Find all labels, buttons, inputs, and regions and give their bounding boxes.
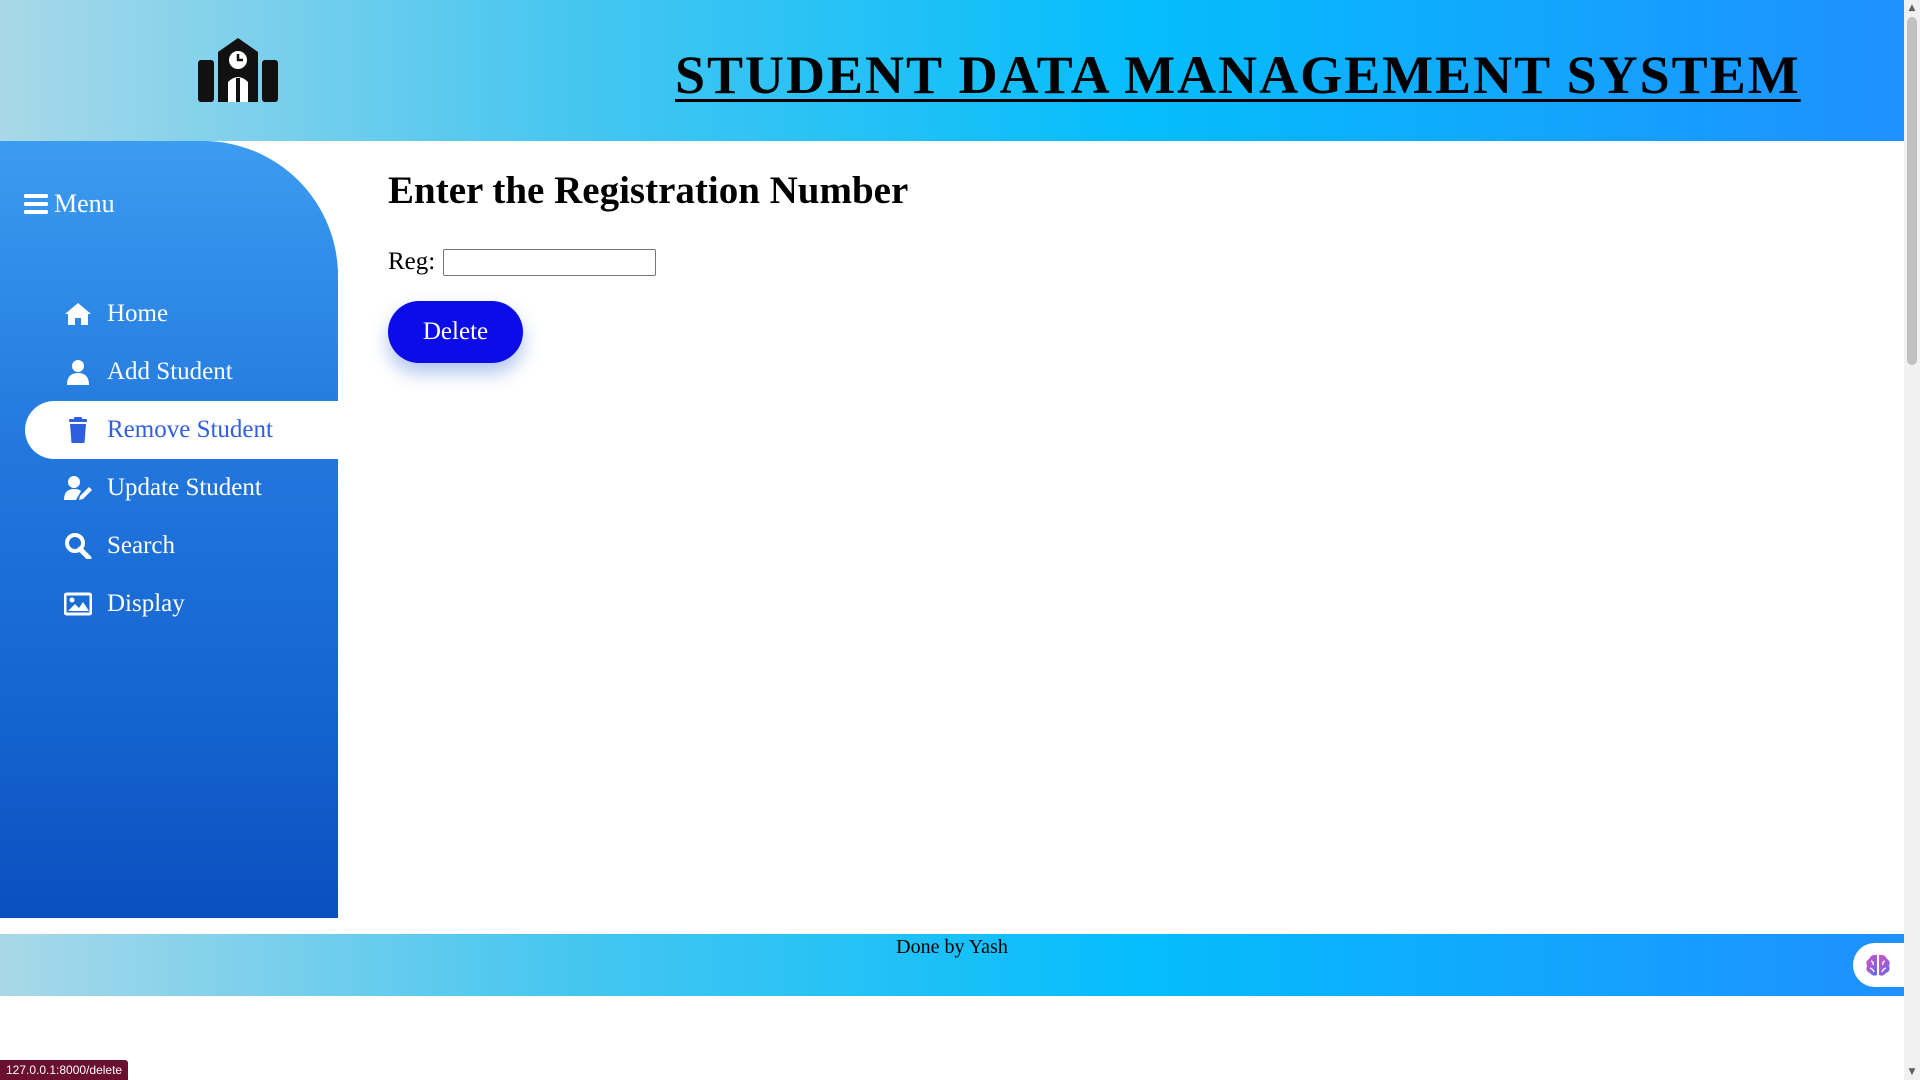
sidebar-item-update-student[interactable]: Update Student	[25, 459, 338, 517]
sidebar-item-add-student[interactable]: Add Student	[25, 343, 338, 401]
form-heading: Enter the Registration Number	[388, 169, 909, 212]
search-icon	[63, 532, 93, 560]
sidebar-item-label: Search	[107, 532, 176, 559]
sidebar-item-remove-student[interactable]: Remove Student	[25, 401, 338, 459]
footer-credit: Done by Yash	[896, 936, 1008, 958]
sidebar-item-label: Add Student	[107, 358, 233, 385]
menu-toggle[interactable]: Menu	[24, 189, 115, 219]
trash-icon	[63, 416, 93, 444]
home-icon	[63, 300, 93, 328]
reg-label: Reg:	[388, 248, 436, 275]
sidebar-item-home[interactable]: Home	[25, 285, 338, 343]
sidebar-item-label: Display	[107, 590, 185, 617]
hamburger-icon	[24, 194, 48, 214]
sidebar-item-label: Remove Student	[107, 416, 273, 443]
image-icon	[63, 590, 93, 618]
sidebar: Menu Home Add Student Remove Student Upd…	[0, 141, 338, 918]
extension-button[interactable]	[1853, 943, 1907, 987]
delete-button[interactable]: Delete	[388, 301, 523, 363]
reg-form-row: Reg:	[388, 248, 657, 276]
sidebar-item-search[interactable]: Search	[25, 517, 338, 575]
scroll-down-arrow-icon[interactable]: ▼	[1904, 1064, 1920, 1080]
header: STUDENT DATA MANAGEMENT SYSTEM	[0, 0, 1904, 141]
footer: Done by Yash	[0, 934, 1904, 996]
reg-input[interactable]	[443, 248, 657, 276]
sidebar-item-label: Home	[107, 300, 169, 327]
brain-icon	[1866, 954, 1890, 976]
school-building-icon	[198, 38, 278, 102]
page-title: STUDENT DATA MANAGEMENT SYSTEM	[675, 45, 1801, 105]
status-bar-url: 127.0.0.1:8000/delete	[0, 1060, 129, 1080]
sidebar-nav: Home Add Student Remove Student Update S…	[25, 285, 338, 633]
scrollbar[interactable]: ▲ ▼	[1904, 0, 1920, 1080]
user-edit-icon	[63, 474, 93, 502]
sidebar-item-display[interactable]: Display	[25, 575, 338, 633]
user-icon	[63, 358, 93, 386]
scroll-thumb[interactable]	[1907, 17, 1917, 365]
main-content: Enter the Registration Number Reg: Delet…	[388, 168, 909, 363]
menu-label: Menu	[54, 189, 115, 218]
scroll-up-arrow-icon[interactable]: ▲	[1904, 0, 1920, 16]
sidebar-item-label: Update Student	[107, 474, 262, 501]
